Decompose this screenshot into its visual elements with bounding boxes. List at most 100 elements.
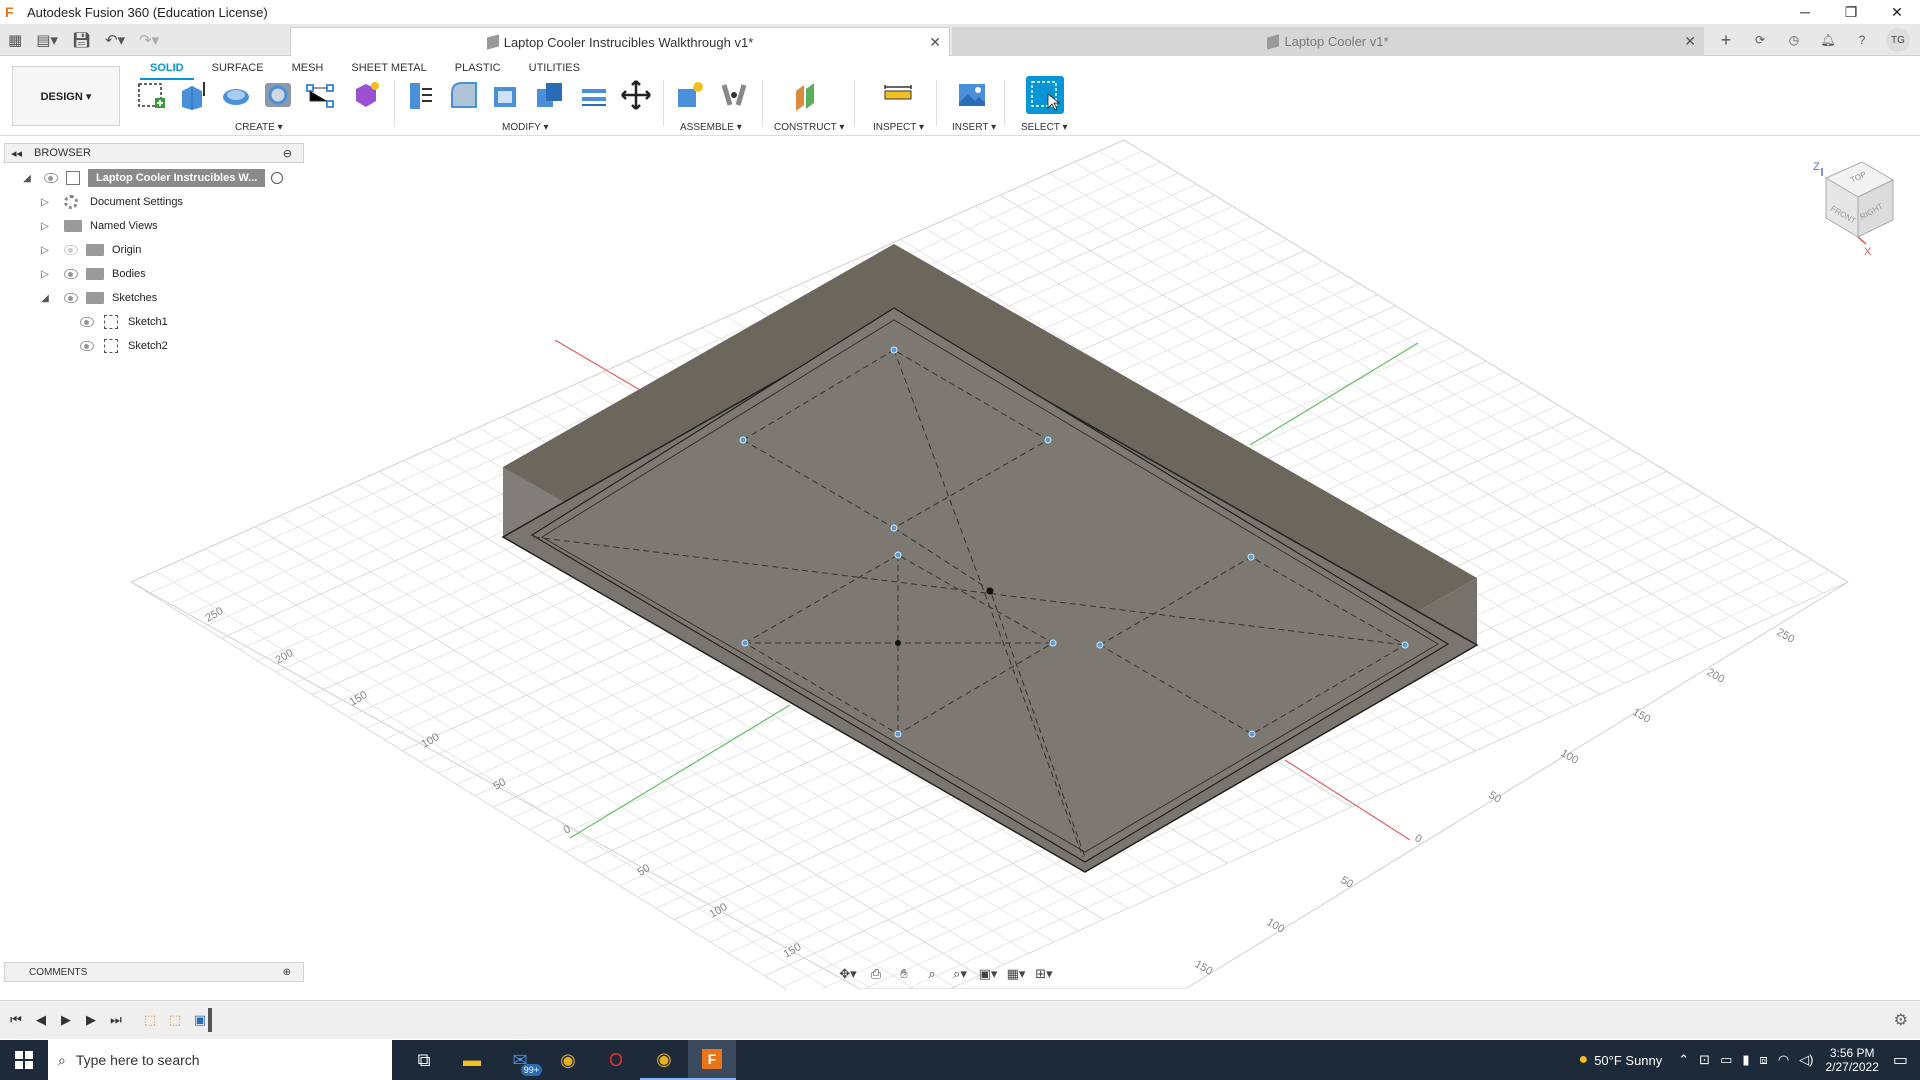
viewports-icon[interactable]: ⊞▾ [1034,964,1054,984]
timeline-settings-icon[interactable]: ⚙ [1894,1010,1908,1030]
volume-icon[interactable]: ◁) [1799,1052,1813,1068]
visibility-eye-icon[interactable] [80,317,94,327]
browser-item-sketch2[interactable]: Sketch2 [4,334,304,358]
tray-app-icon[interactable]: ⧈ [1760,1052,1768,1068]
fillet-icon[interactable] [448,79,480,111]
offset-face-icon[interactable] [578,79,610,111]
revolve-icon[interactable] [220,79,252,111]
hidden-eye-icon[interactable] [64,245,78,255]
workspace-switcher-button[interactable]: DESIGN ▾ [12,66,120,126]
collapse-triangle-icon[interactable]: ◢ [40,293,50,304]
wifi-icon[interactable]: ◠ [1778,1052,1789,1068]
taskbar-search-box[interactable]: ⌕ Type here to search [48,1040,392,1080]
tray-app-icon[interactable]: ⊡ [1699,1052,1710,1068]
apps-grid-icon[interactable]: ▦ [8,31,22,49]
browser-root-row[interactable]: ◢ Laptop Cooler Instrucibles W... [4,166,304,190]
pattern-icon[interactable] [304,79,336,111]
create-menu[interactable]: CREATE ▾ [235,122,283,133]
browser-item-origin[interactable]: ▷ Origin [4,238,304,262]
select-menu[interactable]: SELECT ▾ [1021,122,1068,133]
weather-text[interactable]: 50°F Sunny [1594,1053,1662,1068]
browser-header[interactable]: ◂◂ BROWSER ⊖ [4,143,304,163]
close-tab-icon[interactable]: ✕ [1684,33,1696,50]
fit-icon[interactable]: ⌕▾ [950,964,970,984]
tab-utilities[interactable]: UTILITIES [519,58,590,80]
maximize-button[interactable]: ❐ [1828,0,1874,24]
press-pull-icon[interactable] [404,79,436,111]
minimize-button[interactable]: ─ [1782,0,1828,24]
activate-radio-icon[interactable] [271,172,284,184]
browser-item-named-views[interactable]: ▷ Named Views [4,214,304,238]
new-component-icon[interactable] [674,79,706,111]
tab-surface[interactable]: SURFACE [202,58,274,80]
comments-panel[interactable]: COMMENTS ⊕ [4,962,304,982]
go-to-start-icon[interactable]: ⏮ [4,1008,28,1032]
tray-chevron-icon[interactable]: ⌃ [1678,1052,1689,1068]
new-tab-button[interactable]: + [1716,30,1736,50]
combine-icon[interactable] [534,79,566,111]
pin-icon[interactable]: ⊖ [283,147,292,160]
step-forward-icon[interactable]: ▶ [79,1008,103,1032]
expand-triangle-icon[interactable]: ▷ [40,197,50,208]
visibility-eye-icon[interactable] [44,173,58,183]
assemble-menu[interactable]: ASSEMBLE ▾ [680,122,742,133]
undo-icon[interactable]: ↶▾ [105,31,125,49]
expand-triangle-icon[interactable]: ▷ [40,269,50,280]
orbit-icon[interactable]: ✥▾ [838,964,858,984]
go-to-end-icon[interactable]: ⏭ [104,1008,128,1032]
redo-icon[interactable]: ↷▾ [139,31,159,49]
notifications-icon[interactable]: 🔔︎ [1818,30,1838,50]
opera-icon[interactable]: O [592,1040,640,1080]
look-at-icon[interactable]: ⎙ [866,964,886,984]
move-copy-icon[interactable] [620,79,652,111]
collapse-panel-icon[interactable]: ◂◂ [11,147,22,160]
grid-settings-icon[interactable]: ▦▾ [1006,964,1026,984]
chrome-icon[interactable]: ◉ [544,1040,592,1080]
inspect-menu[interactable]: INSPECT ▾ [873,122,924,133]
add-comment-icon[interactable]: ⊕ [283,967,291,978]
insert-image-icon[interactable] [956,79,988,111]
help-icon[interactable]: ? [1852,30,1872,50]
timeline-sketch2-icon[interactable]: ⬚ [163,1008,187,1032]
save-icon[interactable]: 💾︎ [72,31,91,49]
measure-icon[interactable] [882,79,914,111]
visibility-eye-icon[interactable] [64,269,78,279]
file-explorer-icon[interactable]: ▬ [448,1040,496,1080]
clock[interactable]: 3:56 PM 2/27/2022 [1825,1046,1878,1074]
extrude-icon[interactable] [178,79,210,111]
chrome-profile-icon[interactable]: ◉ [640,1040,688,1080]
select-tool-button[interactable] [1026,76,1064,114]
modify-menu[interactable]: MODIFY ▾ [502,122,549,133]
fusion-taskbar-icon[interactable]: F [688,1040,736,1080]
pan-icon[interactable]: ✋︎ [894,964,914,984]
visibility-eye-icon[interactable] [80,341,94,351]
windows-start-icon[interactable] [0,1040,48,1080]
view-cube[interactable]: TOP FRONT RIGHT Z X [1813,161,1895,258]
close-window-button[interactable]: ✕ [1874,0,1920,24]
browser-item-sketch1[interactable]: Sketch1 [4,310,304,334]
user-avatar[interactable]: TG [1886,28,1910,52]
tab-laptop-cooler[interactable]: Laptop Cooler v1* ✕ [952,27,1704,56]
display-settings-icon[interactable]: ▣▾ [978,964,998,984]
battery-icon[interactable]: ▮ [1742,1052,1749,1068]
shell-icon[interactable] [490,79,522,111]
tab-laptop-cooler-walkthrough[interactable]: Laptop Cooler Instrucibles Walkthrough v… [290,27,950,56]
timeline-marker[interactable] [208,1008,212,1032]
extensions-icon[interactable]: ⟳ [1750,30,1770,50]
tab-solid[interactable]: SOLID [140,58,194,80]
task-view-icon[interactable]: ⧉ [400,1040,448,1080]
browser-item-document-settings[interactable]: ▷ Document Settings [4,190,304,214]
tab-plastic[interactable]: PLASTIC [445,58,511,80]
file-menu-icon[interactable]: ▤▾ [36,31,58,49]
close-tab-icon[interactable]: ✕ [929,34,941,51]
browser-item-sketches[interactable]: ◢ Sketches [4,286,304,310]
tab-mesh[interactable]: MESH [282,58,334,80]
expand-triangle-icon[interactable]: ▷ [40,245,50,256]
insert-menu[interactable]: INSERT ▾ [952,122,996,133]
create-sketch-icon[interactable] [136,79,168,111]
play-icon[interactable]: ▶ [54,1008,78,1032]
step-back-icon[interactable]: ◀ [29,1008,53,1032]
joint-icon[interactable] [718,79,750,111]
zoom-icon[interactable]: ⌕ [922,964,942,984]
tab-sheet-metal[interactable]: SHEET METAL [341,58,436,80]
